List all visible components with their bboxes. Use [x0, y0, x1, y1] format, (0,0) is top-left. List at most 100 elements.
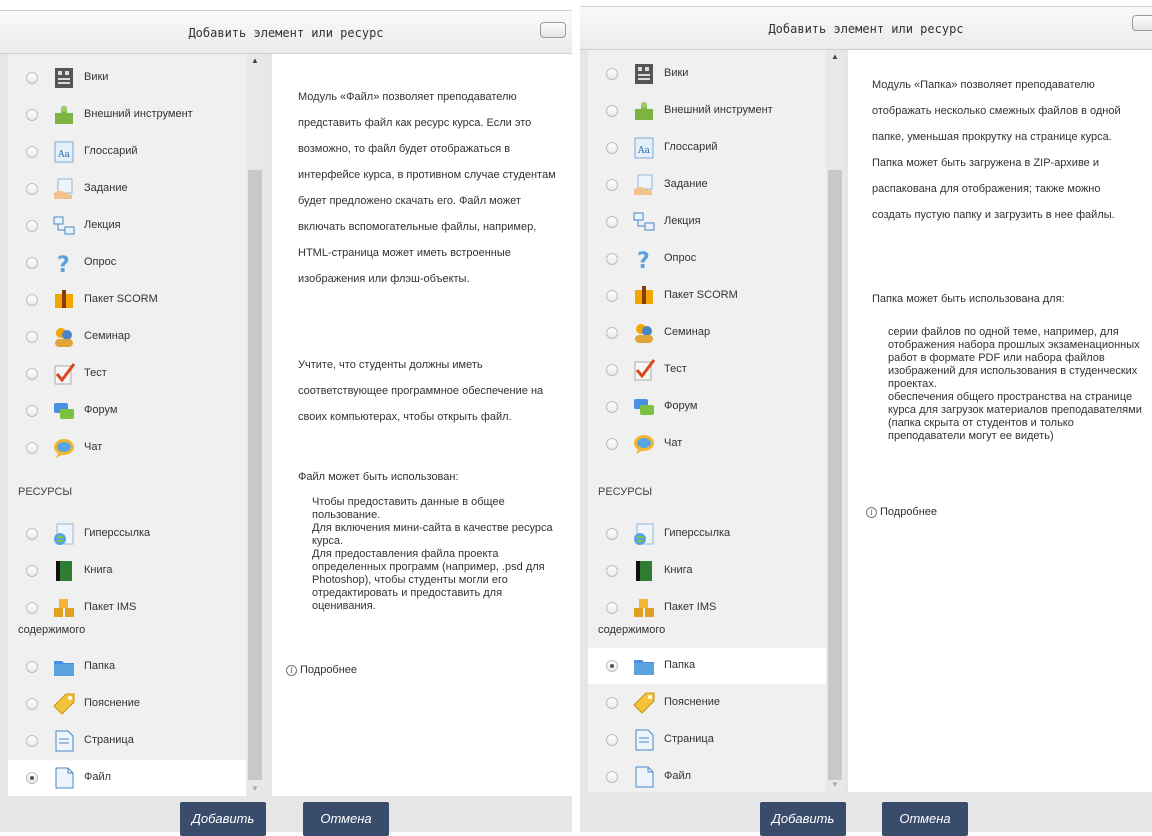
chat-icon	[52, 436, 76, 460]
module-radio[interactable]	[26, 220, 38, 232]
module-radio[interactable]	[606, 216, 618, 228]
module-option-url[interactable]: Гиперссылка	[8, 516, 246, 552]
module-radio[interactable]	[26, 405, 38, 417]
module-radio[interactable]	[606, 734, 618, 746]
module-option-scorm[interactable]: Пакет SCORM	[8, 282, 246, 318]
module-radio[interactable]	[606, 660, 618, 672]
module-option-folder[interactable]: Папка	[588, 648, 826, 684]
module-option-workshop[interactable]: Семинар	[588, 315, 826, 351]
module-option-quiz-check[interactable]: Тест	[8, 356, 246, 392]
module-option-label: Папка	[84, 660, 116, 672]
module-radio[interactable]	[606, 602, 618, 614]
module-option-ims[interactable]: Пакет IMS	[8, 590, 246, 626]
module-radio[interactable]	[606, 290, 618, 302]
module-option-puzzle[interactable]: Внешний инструмент	[588, 93, 826, 129]
module-option-quiz-check[interactable]: Тест	[588, 352, 826, 388]
module-option-book[interactable]: Книга	[8, 553, 246, 589]
add-button[interactable]: Добавить	[760, 802, 846, 836]
module-radio[interactable]	[26, 109, 38, 121]
glossary-icon: Aa	[632, 136, 656, 160]
module-radio[interactable]	[606, 438, 618, 450]
module-radio[interactable]	[606, 179, 618, 191]
module-option-file[interactable]: Файл	[8, 760, 246, 796]
add-activity-dialog-folder: Добавить элемент или ресурс ▲ ▼ Вики Внеш…	[580, 6, 1152, 836]
module-radio[interactable]	[26, 661, 38, 673]
cancel-button[interactable]: Отмена	[303, 802, 389, 836]
scroll-up-arrow-icon[interactable]: ▲	[246, 54, 264, 68]
module-option-label-tag[interactable]: Пояснение	[588, 685, 826, 721]
module-radio[interactable]	[606, 105, 618, 117]
module-option-puzzle[interactable]: Внешний инструмент	[8, 97, 246, 133]
module-option-chat[interactable]: Чат	[588, 426, 826, 462]
scroll-down-arrow-icon[interactable]: ▼	[826, 778, 844, 792]
module-radio[interactable]	[26, 442, 38, 454]
module-radio[interactable]	[606, 401, 618, 413]
list-scrollbar[interactable]: ▲ ▼	[826, 50, 844, 792]
add-button[interactable]: Добавить	[180, 802, 266, 836]
description-paragraph: Файл может быть использован:	[298, 471, 459, 483]
module-option-folder[interactable]: Папка	[8, 649, 246, 685]
module-option-glossary[interactable]: Aa Глоссарий	[588, 130, 826, 166]
module-option-forum[interactable]: Форум	[588, 389, 826, 425]
module-option-chat[interactable]: Чат	[8, 430, 246, 466]
scroll-thumb[interactable]	[828, 170, 842, 780]
module-radio[interactable]	[26, 602, 38, 614]
module-option-lesson[interactable]: Лекция	[8, 208, 246, 244]
module-radio[interactable]	[26, 368, 38, 380]
module-radio[interactable]	[26, 331, 38, 343]
module-option-assignment-hand[interactable]: Задание	[8, 171, 246, 207]
module-radio[interactable]	[26, 772, 38, 784]
module-radio[interactable]	[26, 528, 38, 540]
module-radio[interactable]	[26, 72, 38, 84]
module-radio[interactable]	[606, 327, 618, 339]
resources-heading: РЕСУРСЫ	[18, 486, 73, 498]
close-button[interactable]	[1132, 15, 1152, 31]
module-option-url[interactable]: Гиперссылка	[588, 516, 826, 552]
module-radio[interactable]	[26, 735, 38, 747]
module-option-page[interactable]: Страница	[588, 722, 826, 758]
module-option-book[interactable]: Книга	[588, 553, 826, 589]
module-radio[interactable]	[26, 257, 38, 269]
module-description: Модуль «Папка» позволяет преподавателю о…	[848, 50, 1152, 792]
scroll-thumb[interactable]	[248, 170, 262, 780]
module-option-question[interactable]: ? Опрос	[588, 241, 826, 277]
module-option-forum[interactable]: Форум	[8, 393, 246, 429]
module-radio[interactable]	[26, 565, 38, 577]
cancel-button[interactable]: Отмена	[882, 802, 968, 836]
module-option-ims[interactable]: Пакет IMS	[588, 590, 826, 626]
module-radio[interactable]	[606, 68, 618, 80]
module-option-label-tag[interactable]: Пояснение	[8, 686, 246, 722]
assignment-hand-icon	[52, 177, 76, 201]
scroll-down-arrow-icon[interactable]: ▼	[246, 782, 264, 796]
description-paragraph: Модуль «Файл» позволяет преподавателю пр…	[298, 91, 556, 285]
description-paragraph: Папка может быть использована для:	[872, 293, 1065, 305]
scroll-up-arrow-icon[interactable]: ▲	[826, 50, 844, 64]
module-option-lesson[interactable]: Лекция	[588, 204, 826, 240]
module-option-file[interactable]: Файл	[588, 759, 826, 792]
module-radio[interactable]	[606, 142, 618, 154]
more-help-link[interactable]: i Подробнее	[286, 664, 357, 676]
module-option-glossary[interactable]: Aa Глоссарий	[8, 134, 246, 170]
module-radio[interactable]	[606, 364, 618, 376]
quiz-check-icon	[52, 362, 76, 386]
module-option-question[interactable]: ? Опрос	[8, 245, 246, 281]
module-radio[interactable]	[26, 698, 38, 710]
list-scrollbar[interactable]: ▲ ▼	[246, 54, 264, 796]
module-option-assignment-hand[interactable]: Задание	[588, 167, 826, 203]
module-radio[interactable]	[26, 146, 38, 158]
module-radio[interactable]	[26, 294, 38, 306]
module-radio[interactable]	[606, 697, 618, 709]
label-tag-icon	[632, 691, 656, 715]
module-option-workshop[interactable]: Семинар	[8, 319, 246, 355]
module-radio[interactable]	[26, 183, 38, 195]
more-help-link[interactable]: i Подробнее	[866, 506, 937, 518]
module-option-wiki[interactable]: Вики	[8, 60, 246, 96]
module-radio[interactable]	[606, 771, 618, 783]
module-option-wiki[interactable]: Вики	[588, 56, 826, 92]
module-option-page[interactable]: Страница	[8, 723, 246, 759]
close-button[interactable]	[540, 22, 566, 38]
module-radio[interactable]	[606, 528, 618, 540]
module-option-scorm[interactable]: Пакет SCORM	[588, 278, 826, 314]
module-radio[interactable]	[606, 253, 618, 265]
module-radio[interactable]	[606, 565, 618, 577]
